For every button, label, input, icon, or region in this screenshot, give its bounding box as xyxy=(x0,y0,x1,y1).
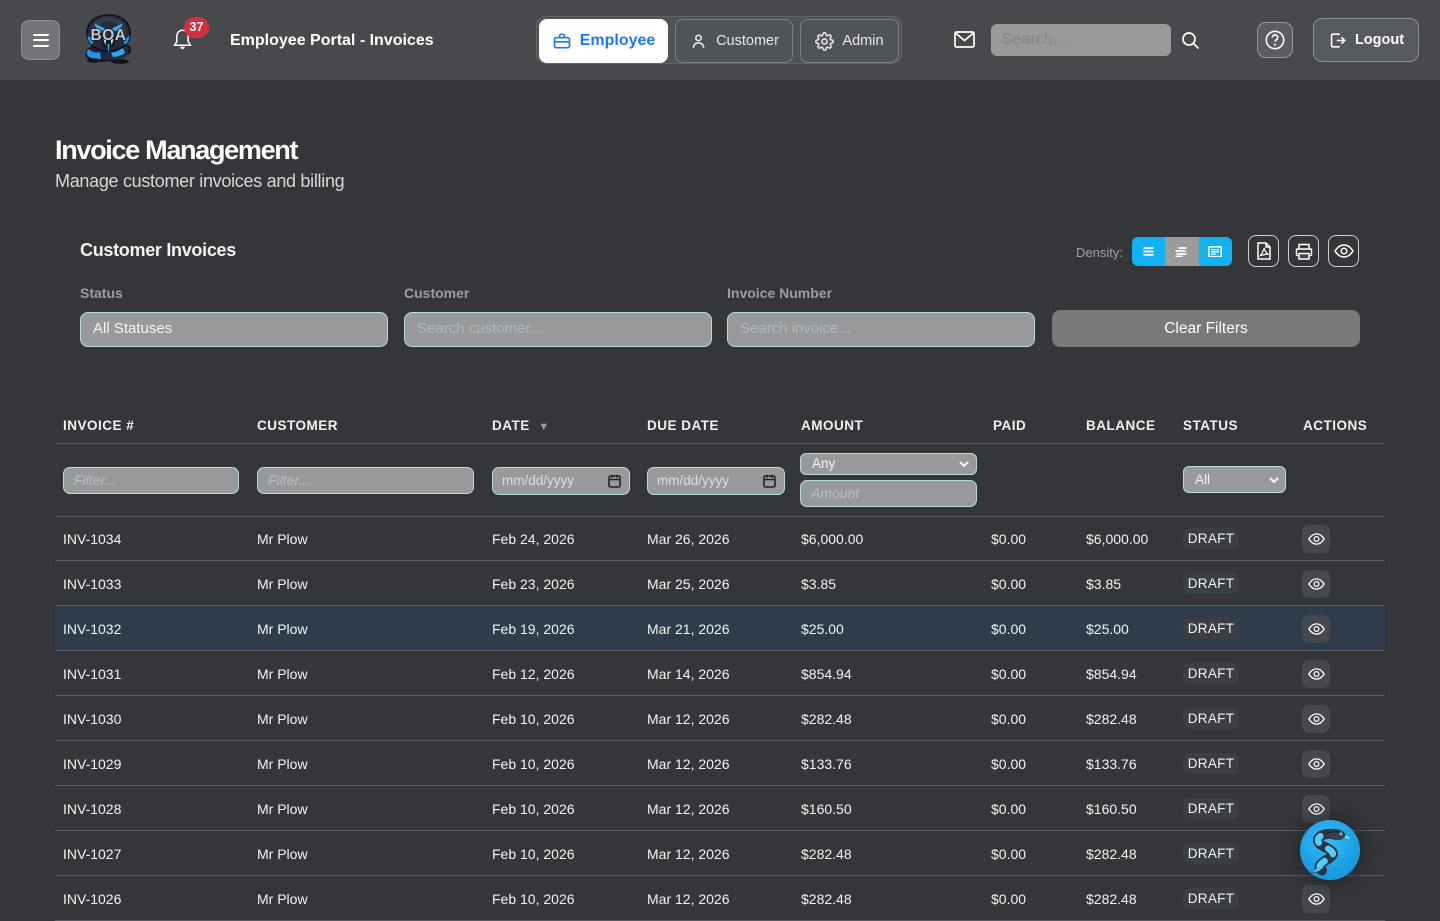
svg-text:BOA: BOA xyxy=(91,27,127,44)
